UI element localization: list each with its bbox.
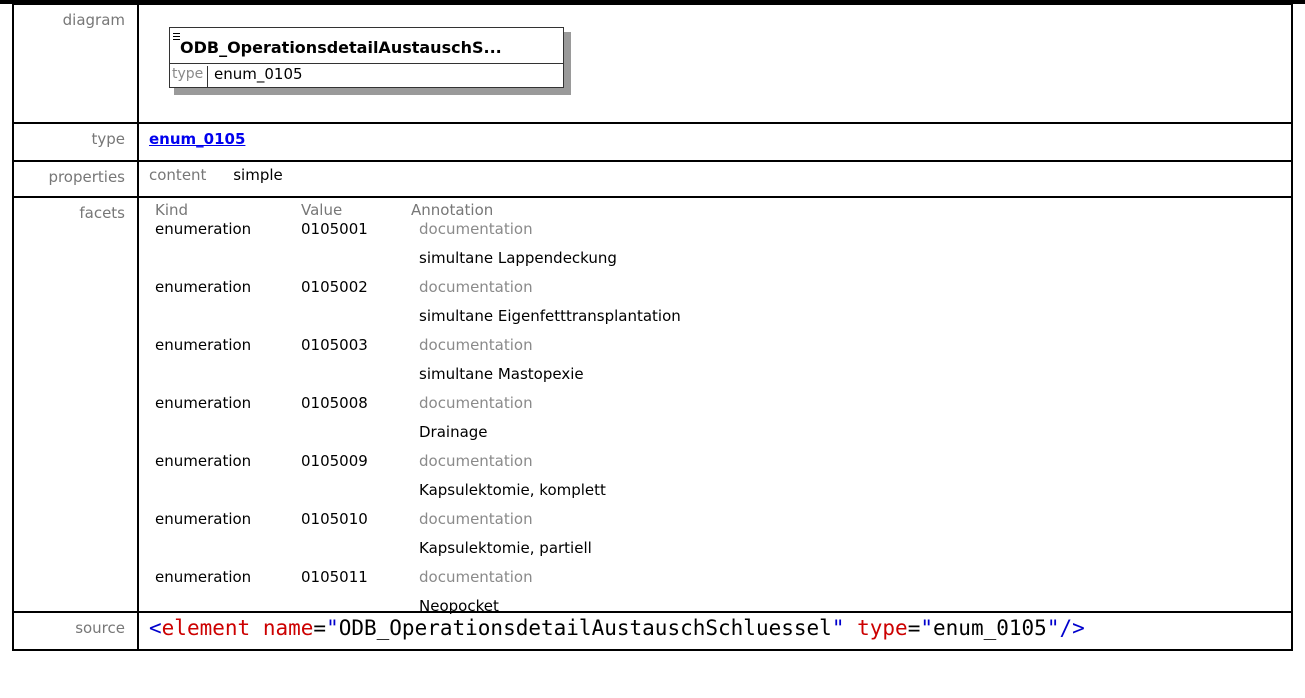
facet-value: 0105009 [301, 452, 368, 470]
facet-value: 0105003 [301, 336, 368, 354]
facets-cell: Kind Value Annotation enumeration 010500… [137, 196, 1293, 615]
facet-doc-label: documentation [419, 336, 533, 354]
facet-kind: enumeration [155, 336, 252, 354]
type-label: type [12, 122, 139, 162]
facets-header-kind: Kind [155, 201, 189, 219]
facet-doc-label: documentation [419, 278, 533, 296]
facet-kind: enumeration [155, 220, 252, 238]
facet-kind: enumeration [155, 568, 252, 586]
facet-kind: enumeration [155, 394, 252, 412]
facet-kind: enumeration [155, 510, 252, 528]
facet-doc-label: documentation [419, 568, 533, 586]
facet-doc-text: Neopocket [419, 597, 499, 615]
type-link[interactable]: enum_0105 [149, 130, 245, 148]
facets-header-value: Value [301, 201, 343, 219]
facet-kind: enumeration [155, 452, 252, 470]
facet-value: 0105002 [301, 278, 368, 296]
facet-value: 0105011 [301, 568, 368, 586]
facets-row: facets Kind Value Annotation enumeration… [12, 196, 1293, 615]
facet-doc-text: simultane Mastopexie [419, 365, 584, 383]
diagram-type-label: type [172, 66, 209, 88]
facet-doc-text: simultane Lappendeckung [419, 249, 617, 267]
facet-value: 0105008 [301, 394, 368, 412]
facet-row: enumeration 0105003 documentation simult… [149, 336, 1049, 394]
properties-row: properties content simple [12, 160, 1293, 198]
facet-doc-label: documentation [419, 510, 533, 528]
facet-row: enumeration 0105011 documentation Neopoc… [149, 568, 1049, 626]
element-diagram[interactable]: ODB_OperationsdetailAustauschS... type e… [169, 27, 571, 97]
diagram-element-name: ODB_OperationsdetailAustauschS... [180, 38, 502, 57]
facet-doc-text: Kapsulektomie, partiell [419, 539, 592, 557]
source-label: source [12, 611, 139, 651]
facets-label: facets [12, 196, 139, 613]
element-doc-table: diagram ODB_OperationsdetailAustauschS..… [12, 3, 1293, 651]
type-cell: enum_0105 [137, 122, 1293, 162]
facet-doc-text: simultane Eigenfetttransplantation [419, 307, 681, 325]
diagram-label: diagram [12, 3, 139, 124]
facet-value: 0105001 [301, 220, 368, 238]
diagram-box: ODB_OperationsdetailAustauschS... type e… [169, 27, 564, 88]
facet-row: enumeration 0105001 documentation simult… [149, 220, 1049, 278]
facet-doc-label: documentation [419, 394, 533, 412]
diagram-type-value: enum_0105 [214, 65, 303, 83]
source-close-bracket: /> [1059, 616, 1085, 640]
diagram-row: diagram ODB_OperationsdetailAustauschS..… [12, 3, 1293, 124]
facet-doc-text: Drainage [419, 423, 488, 441]
properties-cell: content simple [137, 160, 1293, 198]
properties-label: properties [12, 160, 139, 198]
facet-row: enumeration 0105002 documentation simult… [149, 278, 1049, 336]
lines-icon [173, 33, 180, 41]
facet-doc-text: Kapsulektomie, komplett [419, 481, 606, 499]
property-value: simple [233, 166, 283, 184]
property-key: content [149, 166, 207, 184]
facet-row: enumeration 0105009 documentation Kapsul… [149, 452, 1049, 510]
facets-header-annotation: Annotation [411, 201, 494, 219]
facet-row: enumeration 0105010 documentation Kapsul… [149, 510, 1049, 568]
facet-doc-label: documentation [419, 220, 533, 238]
facet-row: enumeration 0105008 documentation Draina… [149, 394, 1049, 452]
type-row: type enum_0105 [12, 122, 1293, 162]
facet-doc-label: documentation [419, 452, 533, 470]
facet-value: 0105010 [301, 510, 368, 528]
diagram-separator [170, 63, 563, 64]
facet-kind: enumeration [155, 278, 252, 296]
diagram-cell: ODB_OperationsdetailAustauschS... type e… [137, 3, 1293, 124]
